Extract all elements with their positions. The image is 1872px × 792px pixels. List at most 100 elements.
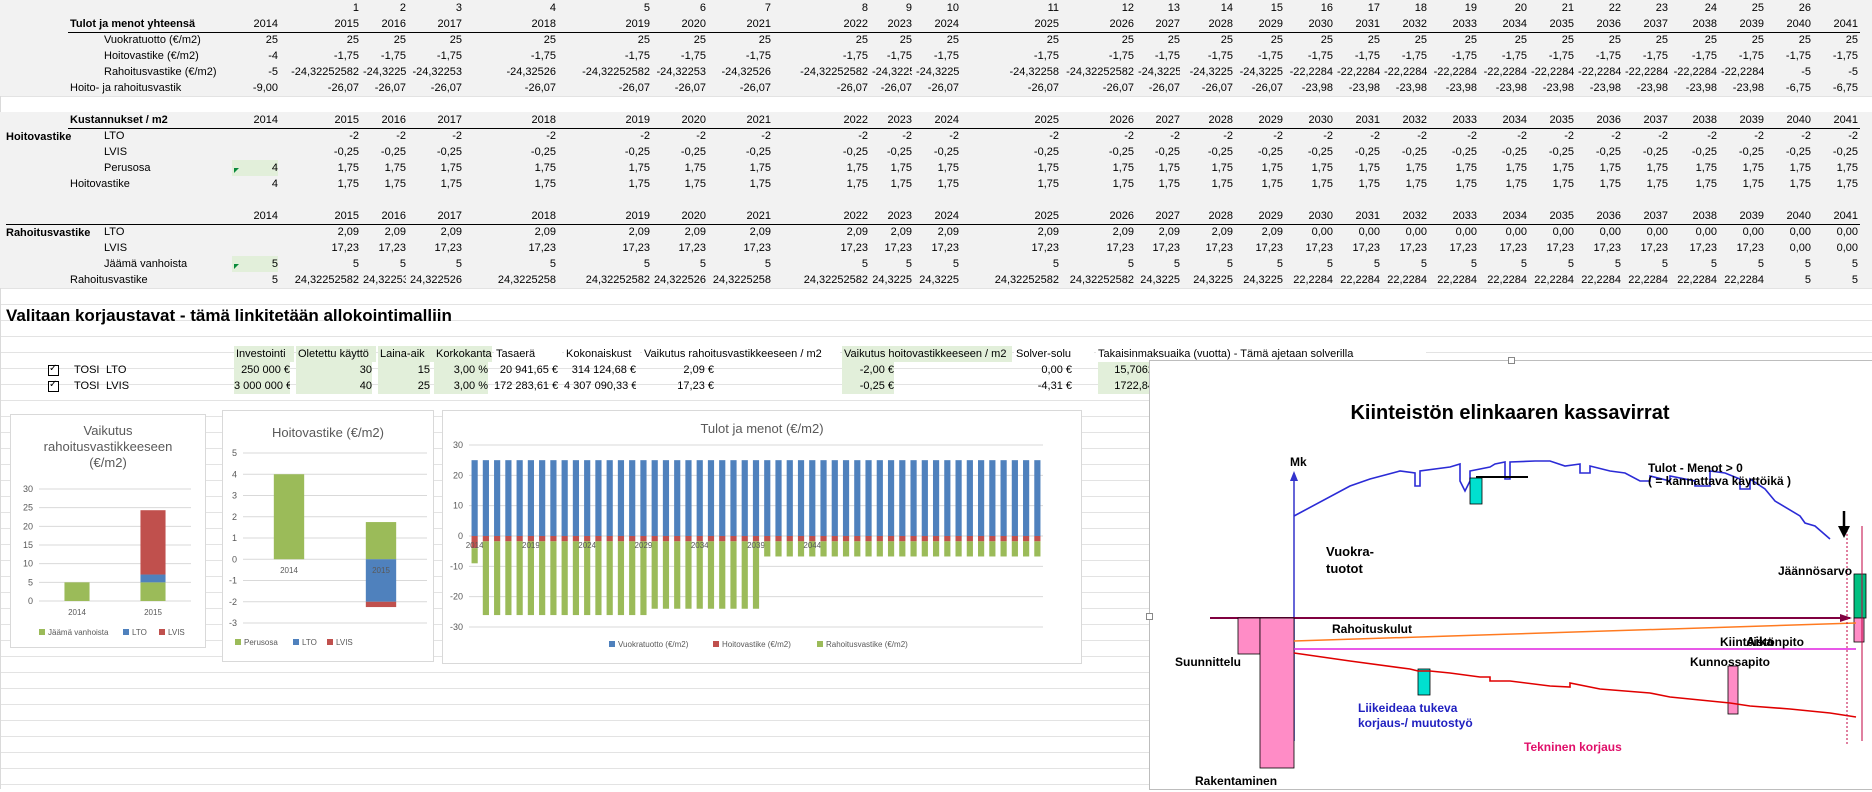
year-header[interactable]: 2031 xyxy=(1337,16,1380,32)
data-cell[interactable]: 17,23 xyxy=(1384,240,1427,256)
data-cell[interactable]: -0,25 xyxy=(1531,144,1574,160)
resize-handle-left[interactable] xyxy=(1146,613,1153,620)
data-cell[interactable]: -24,32252582 xyxy=(1063,64,1134,80)
data-cell[interactable]: 25 xyxy=(1672,32,1717,48)
data-cell[interactable]: -26,07 xyxy=(654,80,706,96)
data-cell[interactable] xyxy=(232,128,278,144)
data-cell[interactable]: 22,2284 xyxy=(1625,272,1668,288)
data-cell[interactable]: -0,25 xyxy=(1384,144,1427,160)
data-cell[interactable]: 24,32252582 xyxy=(560,272,650,288)
data-cell[interactable]: 17,23 xyxy=(1481,240,1527,256)
year-header[interactable]: 2021 xyxy=(710,16,771,32)
data-cell[interactable]: -1,75 xyxy=(775,48,868,64)
data-cell[interactable]: -1,75 xyxy=(710,48,771,64)
data-cell[interactable]: 1,75 xyxy=(1237,176,1283,192)
group-label-rahoitusvastike[interactable]: Rahoitusvastike xyxy=(6,225,96,241)
data-cell[interactable]: 5 xyxy=(1625,256,1668,272)
data-cell[interactable]: 1,75 xyxy=(1138,176,1180,192)
data-cell[interactable]: 5 xyxy=(963,256,1059,272)
data-cell[interactable]: 1,75 xyxy=(1384,176,1427,192)
data-cell[interactable]: 1,75 xyxy=(1063,176,1134,192)
index-cell[interactable]: 14 xyxy=(1184,0,1233,16)
data-cell[interactable]: 2,09 xyxy=(363,224,406,240)
data-cell[interactable]: 22,2284 xyxy=(1578,272,1621,288)
data-cell[interactable]: 1,75 xyxy=(363,160,406,176)
data-cell[interactable]: -4 xyxy=(232,48,278,64)
index-cell[interactable]: 9 xyxy=(872,0,912,16)
selection-header[interactable]: Laina-aik xyxy=(378,346,434,362)
year-header[interactable]: 2035 xyxy=(1531,112,1574,128)
data-cell[interactable]: 24,32252582 xyxy=(282,272,359,288)
year-header[interactable]: 2025 xyxy=(963,208,1059,224)
selection-cell[interactable]: 30 xyxy=(296,362,372,378)
data-cell[interactable]: 1,75 xyxy=(1815,176,1858,192)
index-cell[interactable]: 7 xyxy=(710,0,771,16)
data-cell[interactable]: -1,75 xyxy=(1237,48,1283,64)
selection-cell[interactable]: 4 307 090,33 € xyxy=(564,378,636,394)
data-cell[interactable]: -26,07 xyxy=(710,80,771,96)
year-header[interactable]: 2027 xyxy=(1138,112,1180,128)
data-cell[interactable]: 24,322526 xyxy=(410,272,462,288)
data-cell[interactable]: 17,23 xyxy=(963,240,1059,256)
data-cell[interactable]: 1,75 xyxy=(560,160,650,176)
index-cell[interactable]: 12 xyxy=(1063,0,1134,16)
data-cell[interactable]: 17,23 xyxy=(466,240,556,256)
data-cell[interactable]: 1,75 xyxy=(1531,176,1574,192)
data-cell[interactable] xyxy=(232,224,278,240)
data-cell[interactable]: -6,75 xyxy=(1768,80,1811,96)
year-header[interactable]: 2032 xyxy=(1384,16,1427,32)
data-cell[interactable]: 17,23 xyxy=(560,240,650,256)
selection-cell[interactable]: 15 xyxy=(378,362,430,378)
chart-tulot-ja-menot[interactable]: Tulot ja menot (€/m2) -30 -20 -10 0 10 20 30 201… xyxy=(442,410,1082,664)
data-cell[interactable]: -2 xyxy=(1768,128,1811,144)
data-cell[interactable]: -24,3225 xyxy=(916,64,959,80)
data-cell[interactable]: 17,23 xyxy=(1672,240,1717,256)
data-cell[interactable]: 1,75 xyxy=(1578,176,1621,192)
data-cell[interactable]: -1,75 xyxy=(282,48,359,64)
index-cell[interactable]: 20 xyxy=(1481,0,1527,16)
lifecycle-diagram[interactable]: Kiinteistön elinkaaren kassavirrat Mk Tu… xyxy=(1149,360,1872,790)
data-cell[interactable]: -26,07 xyxy=(963,80,1059,96)
data-cell[interactable]: -0,25 xyxy=(466,144,556,160)
row-label[interactable]: Hoito- ja rahoitusvastik xyxy=(70,80,230,96)
data-cell[interactable]: -23,98 xyxy=(1384,80,1427,96)
index-cell[interactable]: 23 xyxy=(1625,0,1668,16)
row-label[interactable]: LVIS xyxy=(104,240,234,256)
year-header[interactable]: 2041 xyxy=(1815,112,1858,128)
year-header[interactable]: 2040 xyxy=(1768,112,1811,128)
data-cell[interactable]: 22,2284 xyxy=(1384,272,1427,288)
index-cell[interactable]: 18 xyxy=(1384,0,1427,16)
data-cell[interactable]: -26,07 xyxy=(410,80,462,96)
selection-cell[interactable]: -4,31 € xyxy=(1014,378,1072,394)
data-cell[interactable]: -23,98 xyxy=(1481,80,1527,96)
data-cell[interactable]: 22,2284 xyxy=(1431,272,1477,288)
year-header[interactable]: 2020 xyxy=(654,16,706,32)
data-cell[interactable]: -0,25 xyxy=(916,144,959,160)
data-cell[interactable]: 0,00 xyxy=(1768,240,1811,256)
data-cell[interactable]: -0,25 xyxy=(1768,144,1811,160)
data-cell[interactable]: 25 xyxy=(1184,32,1233,48)
data-cell[interactable]: -9,00 xyxy=(232,80,278,96)
data-cell[interactable]: 5 xyxy=(1815,256,1858,272)
data-cell[interactable]: 17,23 xyxy=(410,240,462,256)
data-cell[interactable]: -1,75 xyxy=(963,48,1059,64)
data-cell[interactable]: 25 xyxy=(710,32,771,48)
data-cell[interactable]: -24,32526 xyxy=(710,64,771,80)
row-label[interactable]: Jäämä vanhoista xyxy=(104,256,234,272)
year-header[interactable]: 2021 xyxy=(710,208,771,224)
data-cell[interactable]: 17,23 xyxy=(1625,240,1668,256)
year-header[interactable]: 2023 xyxy=(872,112,912,128)
index-cell[interactable]: 4 xyxy=(466,0,556,16)
data-cell[interactable]: 5 xyxy=(1672,256,1717,272)
data-cell[interactable]: -0,25 xyxy=(1287,144,1333,160)
data-cell[interactable]: -2 xyxy=(363,128,406,144)
data-cell[interactable]: 17,23 xyxy=(775,240,868,256)
data-cell[interactable]: 17,23 xyxy=(1184,240,1233,256)
selection-cell[interactable]: 2,09 € xyxy=(642,362,714,378)
data-cell[interactable]: -24,3225 xyxy=(363,64,406,80)
data-cell[interactable]: 1,75 xyxy=(1237,160,1283,176)
data-cell[interactable]: 5 xyxy=(710,256,771,272)
year-header[interactable]: 2029 xyxy=(1237,112,1283,128)
data-cell[interactable]: -0,25 xyxy=(363,144,406,160)
selection-cell[interactable]: 3,00 % xyxy=(434,378,488,394)
